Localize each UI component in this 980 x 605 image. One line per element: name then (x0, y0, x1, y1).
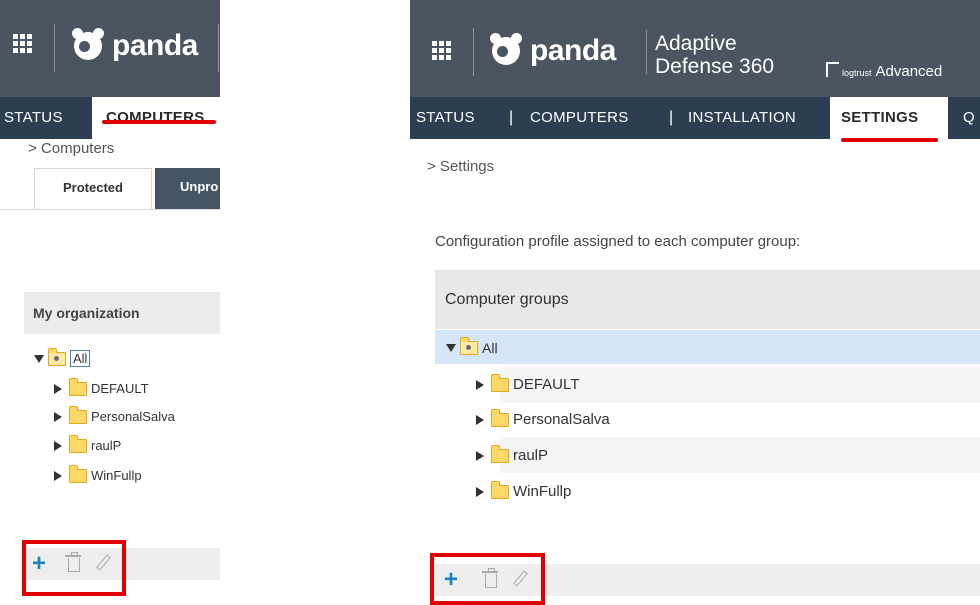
folder-icon (68, 464, 87, 483)
nav-partial-item[interactable]: Q (963, 97, 975, 139)
nav-status[interactable]: STATUS (416, 97, 475, 139)
tree-node[interactable]: WinFullp (476, 480, 571, 500)
brand-logo: panda (488, 33, 616, 69)
apps-grid-icon[interactable] (13, 34, 32, 53)
tree-node[interactable]: PersonalSalva (54, 405, 175, 424)
organization-header: My organization (24, 292, 220, 334)
tab-unprotected[interactable]: Unpro (155, 168, 220, 209)
active-tab-underline (102, 120, 216, 124)
header-divider (54, 24, 55, 72)
highlight-box (430, 553, 545, 605)
triangle-down-icon[interactable] (446, 344, 456, 352)
tree-label[interactable]: PersonalSalva (513, 411, 610, 428)
panda-logo-icon (70, 28, 106, 64)
nav-separator: | (669, 109, 674, 126)
folder-icon (68, 377, 87, 396)
nav-installation[interactable]: INSTALLATION (688, 97, 796, 139)
header-bar: panda (0, 0, 220, 97)
triangle-right-icon[interactable] (476, 414, 484, 425)
triangle-down-icon[interactable] (34, 354, 44, 363)
folder-icon (490, 408, 509, 427)
triangle-right-icon[interactable] (54, 470, 62, 481)
tree-label[interactable]: PersonalSalva (91, 409, 175, 424)
main-nav: STATUS | COMPUTERS | INSTALLATION SETTIN… (410, 97, 980, 139)
nav-computers[interactable]: COMPUTERS (92, 97, 220, 139)
row-band (500, 437, 980, 473)
logtrust-small-label: logtrust (842, 68, 872, 78)
tree-node[interactable]: raulP (476, 444, 548, 464)
tree-node[interactable]: WinFullp (54, 464, 142, 483)
tree-node[interactable]: raulP (54, 434, 121, 453)
folder-icon (490, 480, 509, 499)
tree-node[interactable]: DEFAULT (54, 377, 149, 396)
triangle-right-icon[interactable] (476, 450, 484, 461)
product-name-line2: Defense 360 (655, 55, 775, 78)
tree-node[interactable]: DEFAULT (476, 373, 579, 393)
folder-icon (68, 434, 87, 453)
nav-settings[interactable]: SETTINGS (830, 97, 948, 139)
tree-label[interactable]: WinFullp (91, 468, 142, 483)
brand-name: panda (112, 29, 198, 62)
right-screenshot-panel: panda Adaptive Defense 360 logtrust Advan… (410, 0, 980, 605)
header-bar: panda Adaptive Defense 360 logtrust Advan… (410, 0, 980, 97)
header-divider (646, 30, 647, 74)
tree-label[interactable]: WinFullp (513, 483, 571, 500)
tree-label[interactable]: DEFAULT (513, 376, 579, 393)
computer-groups-header: Computer groups (435, 270, 980, 329)
folder-icon (490, 373, 509, 392)
triangle-right-icon[interactable] (54, 383, 62, 394)
nav-status[interactable]: STATUS (0, 97, 67, 139)
tab-protected[interactable]: Protected (34, 168, 152, 210)
folder-icon (459, 337, 478, 355)
tree-node[interactable]: PersonalSalva (476, 408, 610, 428)
header-divider (473, 28, 474, 76)
tree-label[interactable]: raulP (91, 438, 121, 453)
breadcrumb[interactable]: > Computers (28, 140, 114, 157)
nav-computers[interactable]: COMPUTERS (530, 97, 629, 139)
active-tab-underline (841, 138, 938, 142)
tree-label[interactable]: All (70, 350, 91, 367)
panda-logo-icon (488, 33, 524, 69)
tree-label[interactable]: raulP (513, 447, 548, 464)
tree-node-root[interactable]: All (446, 337, 498, 356)
highlight-box (22, 540, 126, 596)
main-nav: STATUS COMPUTERS (0, 97, 220, 139)
triangle-right-icon[interactable] (476, 486, 484, 497)
logtrust-label: Advanced (875, 63, 943, 80)
folder-icon (47, 347, 66, 366)
apps-grid-icon[interactable] (432, 41, 451, 60)
left-screenshot-panel: panda STATUS COMPUTERS > Computers Prote… (0, 0, 220, 605)
logtrust-icon (826, 62, 839, 77)
selected-row-highlight (435, 330, 980, 364)
tree-label[interactable]: All (482, 340, 498, 356)
triangle-right-icon[interactable] (54, 411, 62, 422)
folder-icon (68, 405, 87, 424)
logtrust-logo: logtrust Advanced (826, 62, 942, 80)
tree-label[interactable]: DEFAULT (91, 381, 149, 396)
nav-separator: | (509, 109, 514, 126)
header-divider (218, 24, 219, 72)
triangle-right-icon[interactable] (476, 379, 484, 390)
tree-node-root[interactable]: All (34, 347, 91, 367)
brand-logo: panda (70, 28, 198, 64)
tab-divider (0, 209, 220, 210)
config-description: Configuration profile assigned to each c… (435, 233, 801, 250)
breadcrumb[interactable]: > Settings (427, 158, 494, 175)
brand-name: panda (530, 34, 616, 67)
product-name-line1: Adaptive (655, 32, 737, 55)
triangle-right-icon[interactable] (54, 440, 62, 451)
folder-icon (490, 444, 509, 463)
